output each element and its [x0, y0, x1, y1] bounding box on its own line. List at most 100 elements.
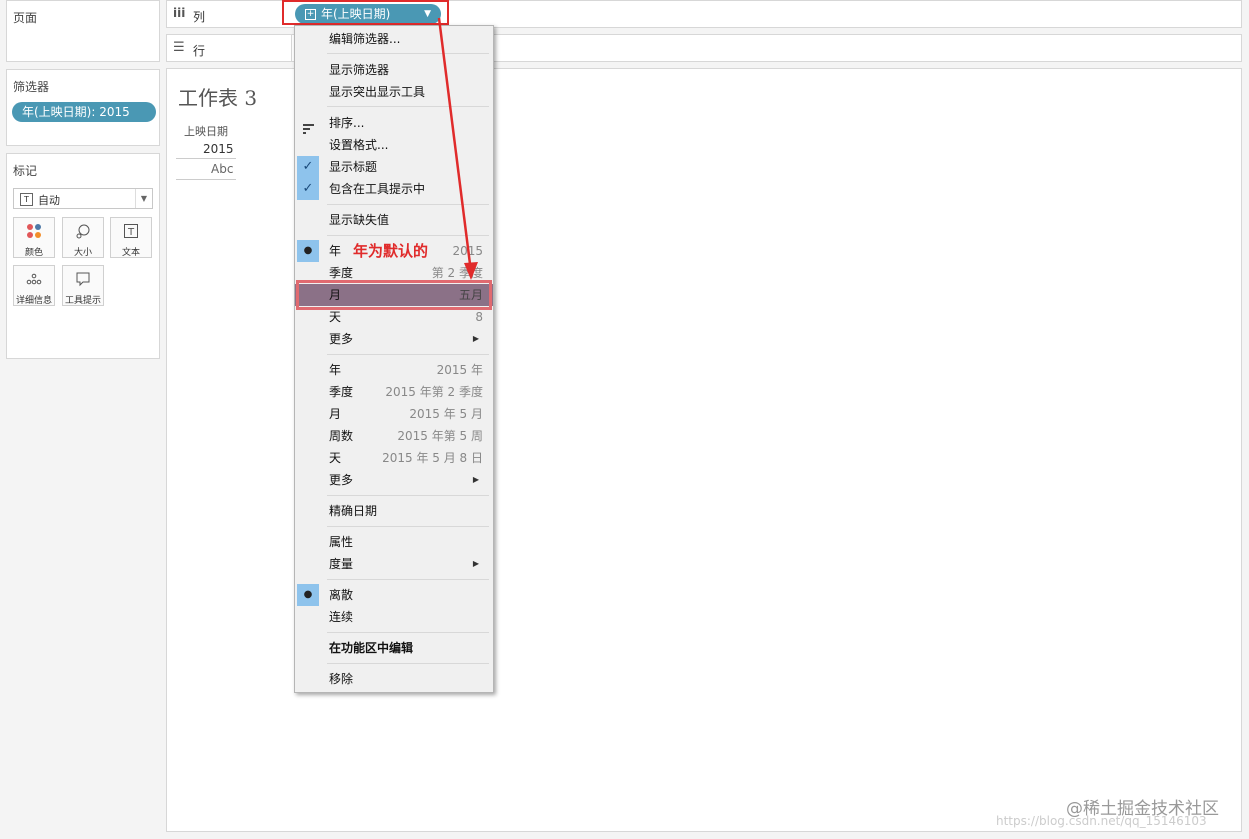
sheet-year: 2015 — [203, 142, 234, 156]
menu-continuous[interactable]: 连续 — [295, 606, 493, 628]
menu-attribute[interactable]: 属性 — [295, 531, 493, 553]
menu-datevalue-year[interactable]: 年 2015 年 — [295, 359, 493, 381]
menu-datevalue-day-label: 天 — [329, 451, 342, 465]
menu-datepart-more-label: 更多 — [329, 332, 354, 346]
menu-discrete-label: 离散 — [329, 588, 354, 602]
menu-show-missing[interactable]: 显示缺失值 — [295, 209, 493, 231]
month-highlight-box — [296, 280, 492, 310]
menu-format[interactable]: 设置格式... — [295, 134, 493, 156]
menu-separator — [327, 526, 489, 527]
sheet-value: Abc — [211, 162, 234, 176]
menu-measure-label: 度量 — [329, 557, 354, 571]
menu-show-header-label: 显示标题 — [329, 160, 378, 174]
menu-datevalue-month[interactable]: 月 2015 年 5 月 — [295, 403, 493, 425]
columns-label: 列 — [193, 10, 206, 24]
menu-datevalue-week-value: 2015 年第 5 周 — [397, 429, 483, 443]
menu-datevalue-month-label: 月 — [329, 407, 342, 421]
filter-pill-label: 年(上映日期): 2015 — [22, 105, 130, 119]
detail-icon — [14, 271, 54, 293]
text-button[interactable]: T 文本 — [110, 217, 152, 258]
mark-type-value: 自动 — [38, 194, 60, 207]
menu-datepart-year-value: 2015 — [452, 244, 483, 258]
menu-datevalue-day-value: 2015 年 5 月 8 日 — [382, 451, 483, 465]
pages-panel: 页面 — [6, 0, 160, 62]
tooltip-icon — [63, 271, 103, 293]
check-icon: ✓ — [297, 156, 319, 178]
text-mark-icon: T — [20, 193, 33, 206]
check-icon: ✓ — [297, 178, 319, 200]
menu-show-filter-label: 显示筛选器 — [329, 63, 390, 77]
detail-button[interactable]: 详细信息 — [13, 265, 55, 306]
menu-edit-in-shelf-label: 在功能区中编辑 — [329, 641, 414, 655]
pill-highlight-box — [282, 0, 449, 25]
menu-datevalue-more[interactable]: 更多 ▶ — [295, 469, 493, 491]
size-button[interactable]: 大小 — [62, 217, 104, 258]
radio-dot-icon: ● — [297, 584, 319, 606]
menu-attribute-label: 属性 — [329, 535, 354, 549]
menu-edit-in-shelf[interactable]: 在功能区中编辑 — [295, 637, 493, 659]
size-icon — [63, 223, 103, 245]
rows-shelf-divider — [291, 34, 292, 62]
sheet-title: 工作表 3 — [178, 86, 258, 110]
value-divider — [176, 179, 236, 180]
tooltip-label: 工具提示 — [64, 296, 101, 306]
submenu-arrow-icon: ▶ — [472, 334, 479, 343]
color-button[interactable]: 颜色 — [13, 217, 55, 258]
menu-separator — [327, 235, 489, 236]
color-label: 颜色 — [24, 248, 43, 258]
radio-dot-icon: ● — [297, 240, 319, 262]
menu-remove-label: 移除 — [329, 672, 354, 686]
color-icon — [14, 223, 54, 245]
menu-remove[interactable]: 移除 — [295, 668, 493, 690]
tooltip-button[interactable]: 工具提示 — [62, 265, 104, 306]
svg-text:T: T — [127, 227, 135, 238]
menu-show-highlighter-label: 显示突出显示工具 — [329, 85, 426, 99]
menu-include-tooltip-label: 包含在工具提示中 — [329, 182, 426, 196]
menu-separator — [327, 579, 489, 580]
menu-datepart-more[interactable]: 更多 ▶ — [295, 328, 493, 350]
context-menu: 编辑筛选器... 显示筛选器 显示突出显示工具 排序... 设置格式... ✓ 显… — [294, 25, 494, 693]
menu-datevalue-more-label: 更多 — [329, 473, 354, 487]
submenu-arrow-icon: ▶ — [472, 475, 479, 484]
watermark-url: https://blog.csdn.net/qq_15146103 — [996, 814, 1207, 828]
menu-datevalue-quarter-value: 2015 年第 2 季度 — [385, 385, 483, 399]
menu-show-header[interactable]: ✓ 显示标题 — [295, 156, 493, 178]
menu-sort-label: 排序... — [329, 116, 365, 130]
menu-datevalue-year-value: 2015 年 — [436, 363, 483, 377]
menu-separator — [327, 632, 489, 633]
menu-datevalue-week[interactable]: 周数 2015 年第 5 周 — [295, 425, 493, 447]
menu-separator — [327, 106, 489, 107]
menu-edit-filter[interactable]: 编辑筛选器... — [295, 28, 493, 50]
mark-type-select[interactable]: T 自动 ▼ — [13, 188, 153, 209]
menu-datepart-year-label: 年 — [329, 244, 342, 258]
menu-datevalue-quarter[interactable]: 季度 2015 年第 2 季度 — [295, 381, 493, 403]
menu-sort[interactable]: 排序... — [295, 112, 493, 134]
submenu-arrow-icon: ▶ — [472, 559, 479, 568]
menu-datevalue-week-label: 周数 — [329, 429, 354, 443]
menu-exact-date-label: 精确日期 — [329, 504, 378, 518]
menu-continuous-label: 连续 — [329, 610, 354, 624]
menu-discrete[interactable]: ● 离散 — [295, 584, 493, 606]
size-label: 大小 — [73, 248, 92, 258]
menu-show-highlighter[interactable]: 显示突出显示工具 — [295, 81, 493, 103]
detail-label: 详细信息 — [15, 296, 52, 306]
menu-include-tooltip[interactable]: ✓ 包含在工具提示中 — [295, 178, 493, 200]
menu-datevalue-month-value: 2015 年 5 月 — [409, 407, 483, 421]
menu-show-missing-label: 显示缺失值 — [329, 213, 390, 227]
menu-show-filter[interactable]: 显示筛选器 — [295, 59, 493, 81]
menu-measure[interactable]: 度量 ▶ — [295, 553, 493, 575]
menu-datevalue-year-label: 年 — [329, 363, 342, 377]
marks-panel-title: 标记 — [13, 164, 38, 178]
menu-datevalue-day[interactable]: 天 2015 年 5 月 8 日 — [295, 447, 493, 469]
text-icon: T — [111, 223, 151, 245]
menu-format-label: 设置格式... — [329, 138, 389, 152]
chevron-down-icon: ▼ — [135, 189, 152, 208]
menu-separator — [327, 53, 489, 54]
filters-panel-title: 筛选器 — [13, 80, 50, 94]
rows-icon: ☰ — [173, 40, 185, 55]
filter-pill[interactable]: 年(上映日期): 2015 — [12, 102, 156, 122]
columns-icon: iii — [173, 6, 186, 20]
menu-exact-date[interactable]: 精确日期 — [295, 500, 493, 522]
annotation-text: 年为默认的 — [353, 242, 429, 260]
menu-separator — [327, 663, 489, 664]
